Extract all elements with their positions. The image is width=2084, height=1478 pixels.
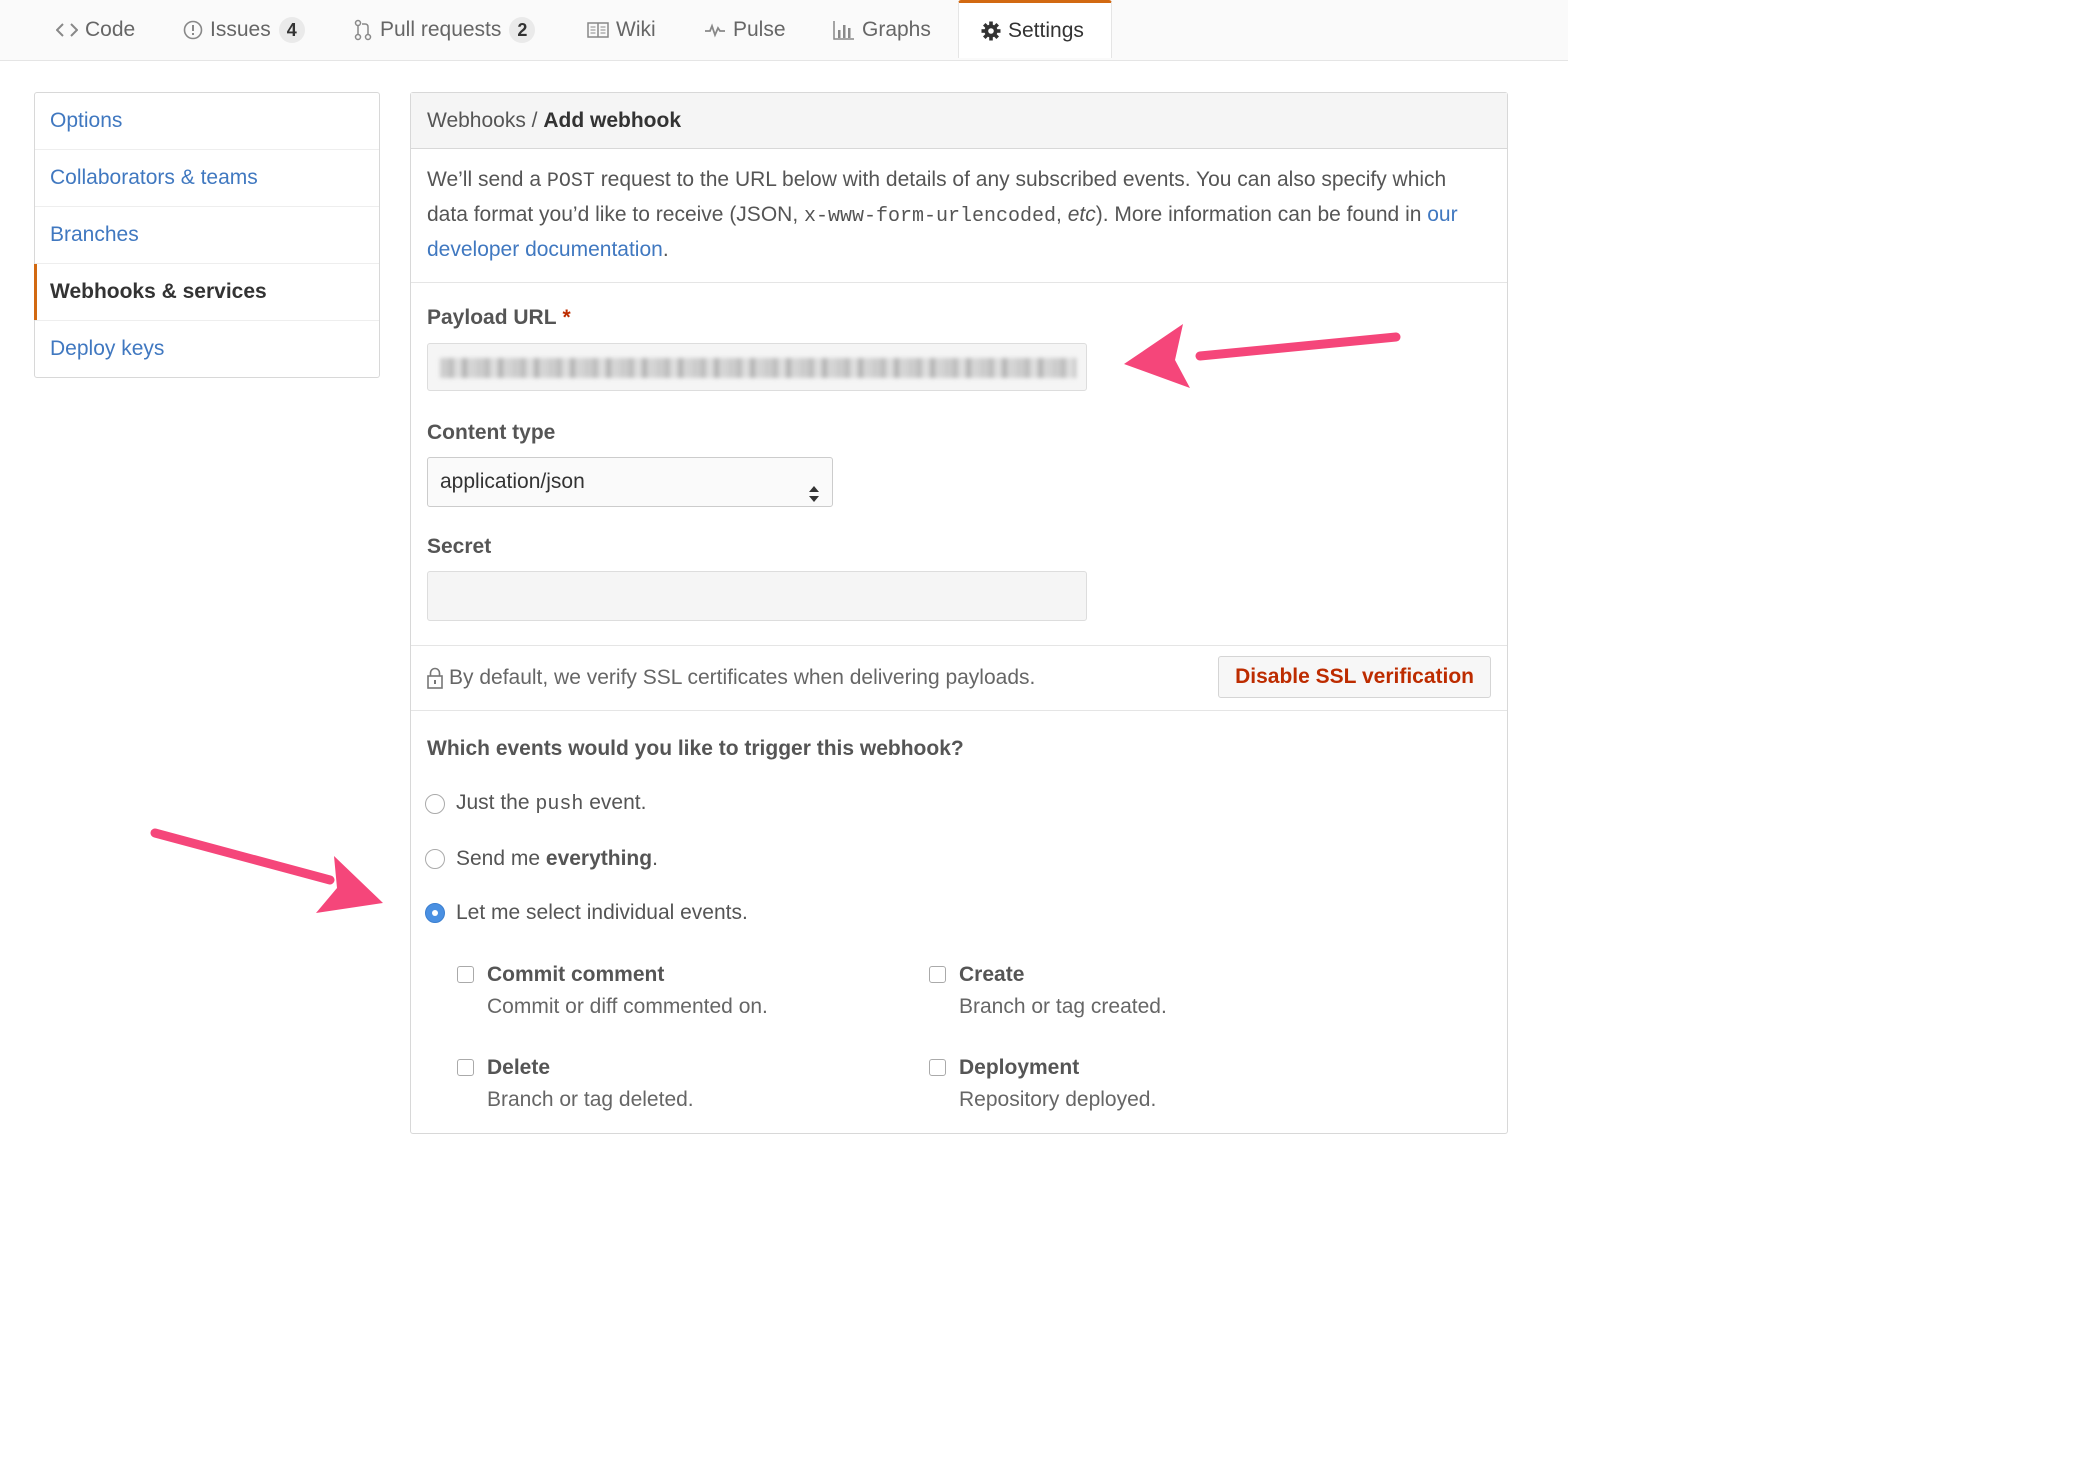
tab-label: Settings [1008, 18, 1084, 42]
payload-url-input[interactable] [427, 343, 1087, 391]
breadcrumb: Webhooks / Add webhook [411, 93, 1507, 149]
gear-icon [981, 21, 1001, 41]
radio-send-everything[interactable]: Send me everything. [425, 847, 658, 871]
content-type-select[interactable]: application/json [427, 457, 833, 507]
event-checkbox[interactable] [929, 1059, 946, 1076]
event-description: Commit or diff commented on. [487, 995, 768, 1018]
radio-label-text: Just the [456, 791, 536, 814]
ssl-verification-row: By default, we verify SSL certificates w… [411, 645, 1507, 711]
event-title: Deployment [959, 1056, 1080, 1079]
event-title: Commit comment [487, 963, 665, 986]
book-icon [587, 21, 609, 39]
event-checkbox[interactable] [929, 966, 946, 983]
content-type-value: application/json [440, 470, 585, 493]
radio-label-text: Send me [456, 847, 546, 870]
payload-url-label-text: Payload URL [427, 306, 557, 329]
radio-button[interactable] [425, 849, 445, 869]
graph-icon [833, 20, 855, 40]
required-mark: * [562, 306, 571, 329]
tab-issues[interactable]: Issues 4 [183, 0, 305, 60]
radio-label: Send me everything. [456, 847, 658, 871]
radio-select-individual[interactable]: Let me select individual events. [425, 901, 748, 925]
disable-ssl-button[interactable]: Disable SSL verification [1218, 656, 1491, 698]
event-description: Branch or tag deleted. [487, 1088, 694, 1111]
intro-text: We’ll send a POST request to the URL bel… [411, 149, 1507, 283]
sidebar-item-options[interactable]: Options [35, 93, 379, 150]
intro-text-part: , [1056, 203, 1068, 226]
issues-count-badge: 4 [278, 17, 305, 43]
settings-sidebar: Options Collaborators & teams Branches W… [34, 92, 380, 378]
intro-text-part: ). More information can be found in [1095, 203, 1428, 226]
sidebar-item-webhooks[interactable]: Webhooks & services [34, 264, 379, 321]
post-code: POST [546, 170, 595, 193]
sidebar-item-deploy-keys[interactable]: Deploy keys [35, 321, 379, 377]
select-arrows-icon [808, 473, 820, 521]
ssl-note: By default, we verify SSL certificates w… [427, 666, 1035, 690]
tab-code[interactable]: Code [56, 0, 135, 60]
tab-graphs[interactable]: Graphs [833, 0, 931, 60]
tab-label: Pulse [733, 18, 786, 41]
radio-label-bold: everything [545, 847, 653, 870]
form-urlencoded-code: x-www-form-urlencoded [804, 205, 1057, 228]
code-icon [56, 21, 78, 39]
tab-label: Issues [210, 18, 271, 41]
tab-wiki[interactable]: Wiki [587, 0, 656, 60]
sidebar-item-branches[interactable]: Branches [35, 207, 379, 264]
page-title: Add webhook [543, 109, 682, 132]
event-title: Create [959, 963, 1025, 986]
radio-label-text: . [652, 847, 658, 870]
secret-label: Secret [427, 535, 492, 558]
tab-settings[interactable]: Settings [958, 0, 1112, 58]
event-title: Delete [487, 1056, 551, 1079]
ssl-note-text: By default, we verify SSL certificates w… [449, 666, 1036, 689]
breadcrumb-separator: / [525, 109, 544, 132]
radio-label: Let me select individual events. [456, 901, 748, 924]
secret-input[interactable] [427, 571, 1087, 621]
radio-label-text: event. [583, 791, 647, 814]
sidebar-item-collaborators[interactable]: Collaborators & teams [35, 150, 379, 207]
breadcrumb-parent[interactable]: Webhooks [427, 109, 526, 132]
events-question: Which events would you like to trigger t… [427, 737, 964, 760]
redacted-url-value [440, 358, 1076, 378]
etc-text: etc [1067, 203, 1096, 226]
event-checkbox[interactable] [457, 966, 474, 983]
issue-icon [183, 20, 203, 40]
radio-button-selected[interactable] [425, 903, 445, 923]
tab-label: Wiki [616, 18, 656, 41]
tab-label: Pull requests [380, 18, 502, 41]
tab-label: Code [85, 18, 136, 41]
tab-label: Graphs [862, 18, 931, 41]
pull-requests-count-badge: 2 [509, 17, 536, 43]
event-description: Repository deployed. [959, 1088, 1157, 1111]
event-description: Branch or tag created. [959, 995, 1167, 1018]
tab-pulse[interactable]: Pulse [704, 0, 786, 60]
lock-icon [427, 667, 443, 689]
pull-request-icon [353, 19, 373, 41]
repo-tab-nav: Code Issues 4 Pull requests 2 Wiki Pulse… [0, 0, 1568, 61]
radio-just-push[interactable]: Just the push event. [425, 791, 646, 816]
annotation-arrow-individual-events [150, 828, 383, 913]
pulse-icon [704, 21, 726, 39]
add-webhook-panel: Webhooks / Add webhook We’ll send a POST… [410, 92, 1508, 1134]
radio-label: Just the push event. [456, 791, 646, 816]
push-code: push [535, 793, 584, 816]
event-checkbox[interactable] [457, 1059, 474, 1076]
tab-pull-requests[interactable]: Pull requests 2 [353, 0, 536, 60]
intro-text-part: . [662, 238, 669, 261]
intro-text-part: We’ll send a [427, 168, 547, 191]
payload-url-label: Payload URL * [427, 306, 571, 330]
radio-button[interactable] [425, 793, 445, 814]
content-type-label: Content type [427, 421, 556, 444]
